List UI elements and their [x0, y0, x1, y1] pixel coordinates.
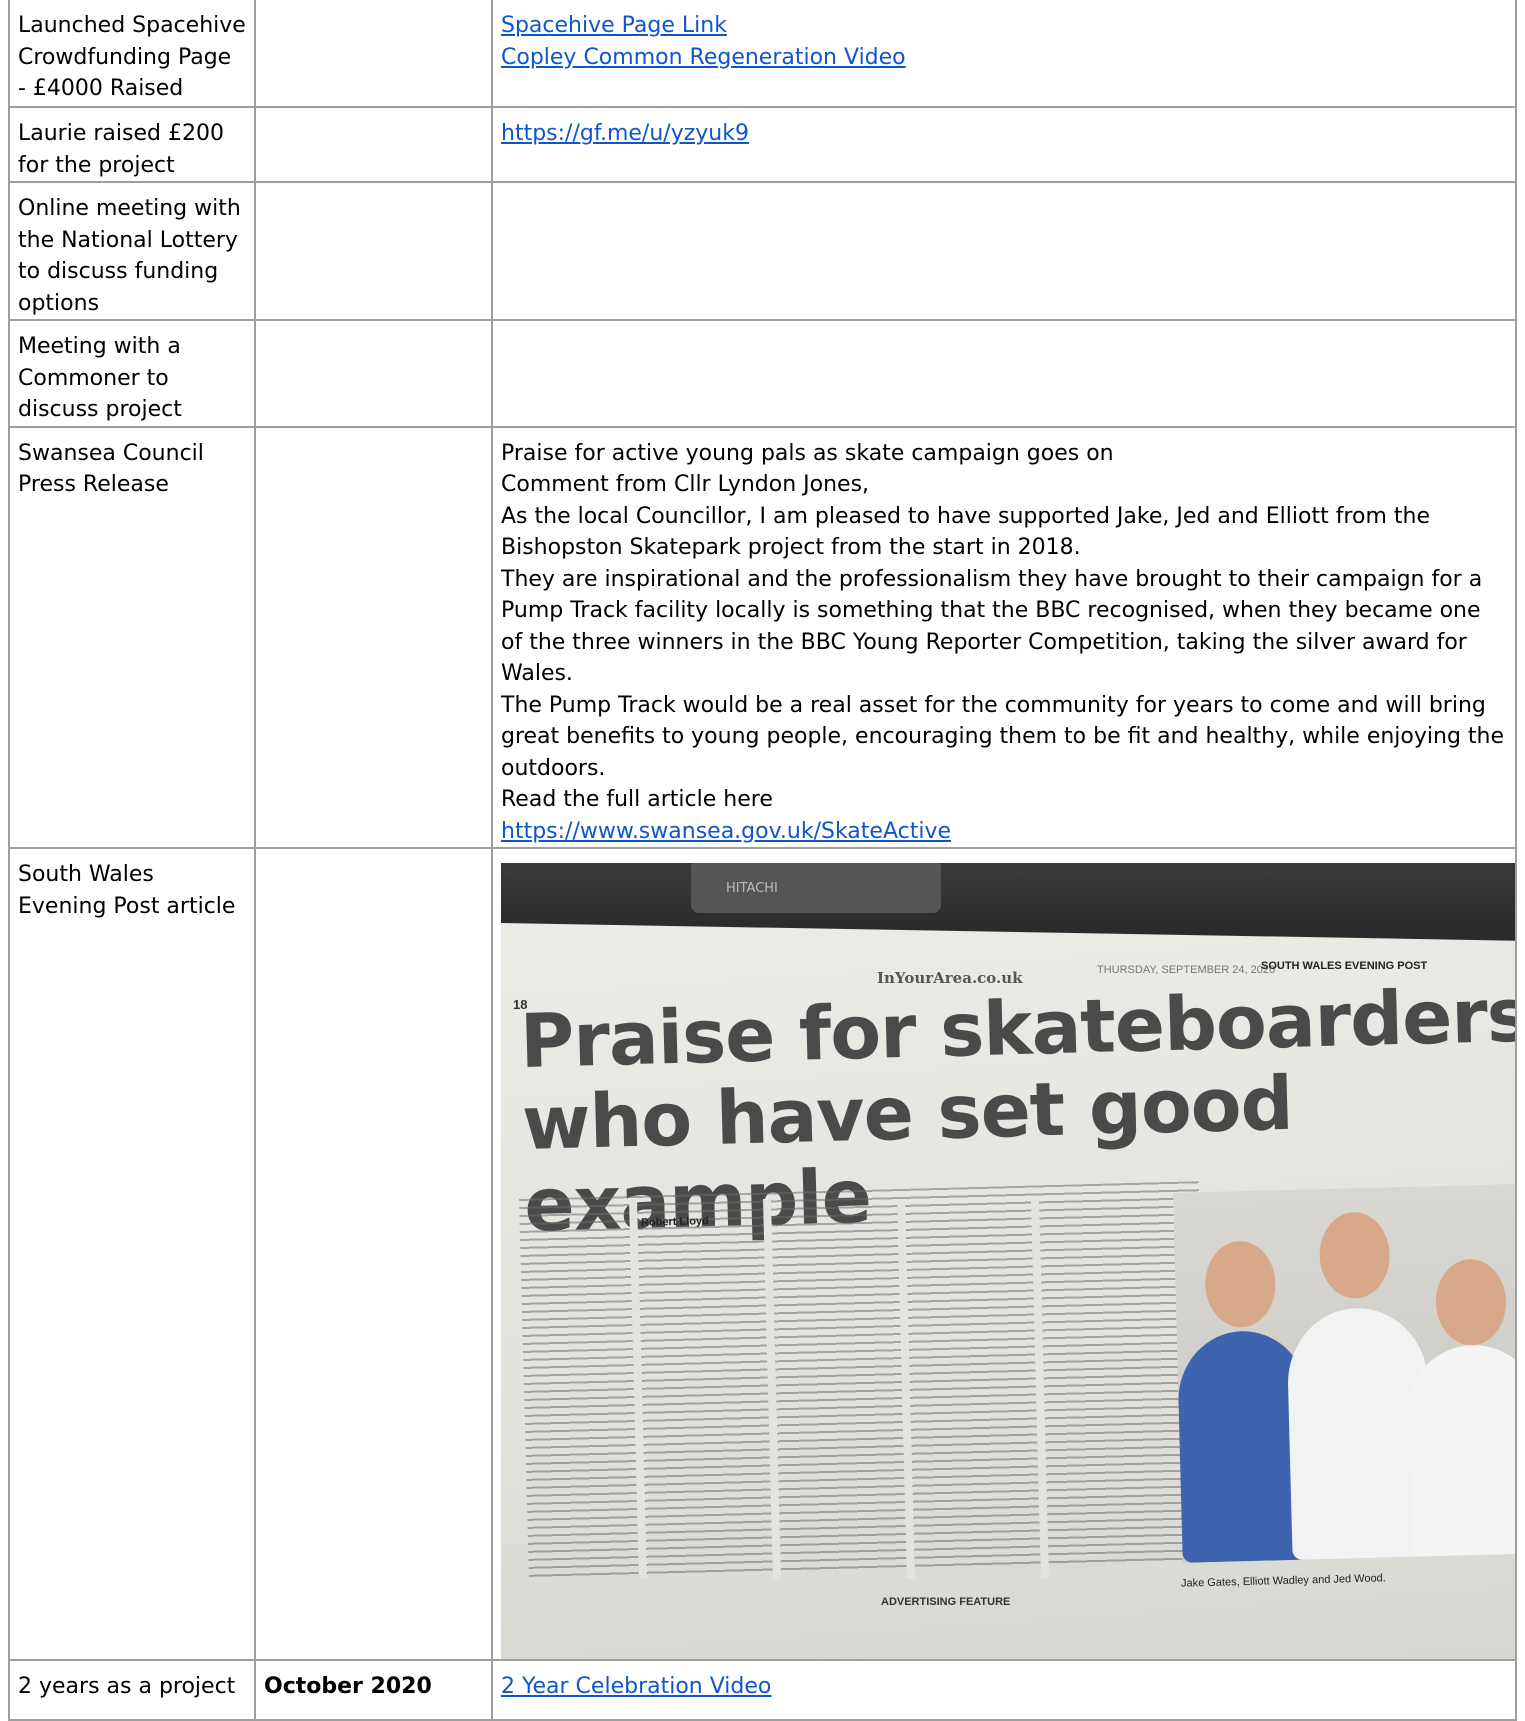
event-text: Swansea Council Press Release — [18, 440, 204, 498]
date-cell — [254, 425, 493, 849]
person-head — [1204, 1240, 1277, 1329]
background-surface — [501, 863, 1514, 933]
event-cell: 2 years as a project — [8, 1659, 256, 1721]
person-figure — [1407, 1258, 1514, 1557]
details-cell: HITACHI InYourArea.co.uk THURSDAY, SEPTE… — [491, 847, 1517, 1661]
details-cell: https://gf.me/u/yzyuk9 — [491, 106, 1517, 183]
press-release-read-more: Read the full article here — [501, 787, 773, 812]
regeneration-video-link[interactable]: Copley Common Regeneration Video — [501, 42, 1507, 74]
event-text: South Wales Evening Post article — [18, 862, 236, 919]
date-text: October 2020 — [264, 1674, 432, 1699]
celebration-video-link[interactable]: 2 Year Celebration Video — [501, 1671, 1507, 1703]
table-row: Online meeting with the National Lottery… — [8, 181, 1517, 321]
event-cell: Launched Spacehive Crowdfunding Page - £… — [8, 0, 256, 108]
device-label: HITACHI — [726, 881, 778, 896]
event-text: 2 years as a project — [18, 1674, 236, 1699]
event-text: Laurie raised £200 for the project — [18, 121, 224, 178]
timeline-table: Launched Spacehive Crowdfunding Page - £… — [8, 0, 1517, 1721]
event-cell: Laurie raised £200 for the project — [8, 106, 256, 183]
table-row: Laurie raised £200 for the project https… — [8, 106, 1517, 183]
details-cell: Spacehive Page Link Copley Common Regene… — [491, 0, 1517, 108]
event-text: Launched Spacehive Crowdfunding Page - £… — [18, 13, 246, 101]
article-byline: Robert Lloyd — [640, 1215, 709, 1229]
date-cell — [254, 181, 493, 321]
swansea-article-link[interactable]: https://www.swansea.gov.uk/SkateActive — [501, 816, 1507, 847]
date-cell — [254, 106, 493, 183]
date-cell — [254, 319, 493, 428]
person-head — [1318, 1211, 1391, 1300]
details-cell: Praise for active young pals as skate ca… — [491, 425, 1517, 849]
table-row: Meeting with a Commoner to discuss proje… — [8, 319, 1517, 428]
newspaper-clipping-image: HITACHI InYourArea.co.uk THURSDAY, SEPTE… — [501, 863, 1514, 1658]
date-cell — [254, 847, 493, 1661]
table-row: South Wales Evening Post article HITACHI… — [8, 847, 1517, 1661]
details-cell — [491, 181, 1517, 321]
table-row: Swansea Council Press Release Praise for… — [8, 425, 1517, 849]
event-cell: Online meeting with the National Lottery… — [8, 181, 256, 321]
article-photo — [1173, 1183, 1514, 1563]
event-cell: Meeting with a Commoner to discuss proje… — [8, 319, 256, 428]
press-release-paragraph: The Pump Track would be a real asset for… — [501, 692, 1505, 781]
date-cell: October 2020 — [254, 1659, 493, 1721]
press-release-title: Praise for active young pals as skate ca… — [501, 440, 1114, 466]
press-release-paragraph: As the local Councillor, I am pleased to… — [501, 503, 1430, 561]
event-cell: South Wales Evening Post article — [8, 847, 256, 1661]
event-text: Online meeting with the National Lottery… — [18, 196, 241, 316]
article-body-columns — [519, 1181, 1209, 1579]
press-release-paragraph: They are inspirational and the professio… — [501, 566, 1483, 687]
person-head — [1434, 1258, 1508, 1347]
details-cell: 2 Year Celebration Video — [491, 1659, 1517, 1721]
spacehive-page-link[interactable]: Spacehive Page Link — [501, 10, 1507, 42]
table-row: Launched Spacehive Crowdfunding Page - £… — [8, 0, 1517, 108]
table-row: 2 years as a project October 2020 2 Year… — [8, 1659, 1517, 1721]
gofundme-link[interactable]: https://gf.me/u/yzyuk9 — [501, 118, 1507, 150]
details-cell — [491, 319, 1517, 428]
press-release-attribution: Comment from Cllr Lyndon Jones, — [501, 472, 870, 497]
event-cell: Swansea Council Press Release — [8, 425, 256, 849]
event-text: Meeting with a Commoner to discuss proje… — [18, 334, 182, 422]
advertising-feature-label: ADVERTISING FEATURE — [881, 1596, 1011, 1608]
date-cell — [254, 0, 493, 108]
photo-caption: Jake Gates, Elliott Wadley and Jed Wood. — [1180, 1572, 1386, 1590]
